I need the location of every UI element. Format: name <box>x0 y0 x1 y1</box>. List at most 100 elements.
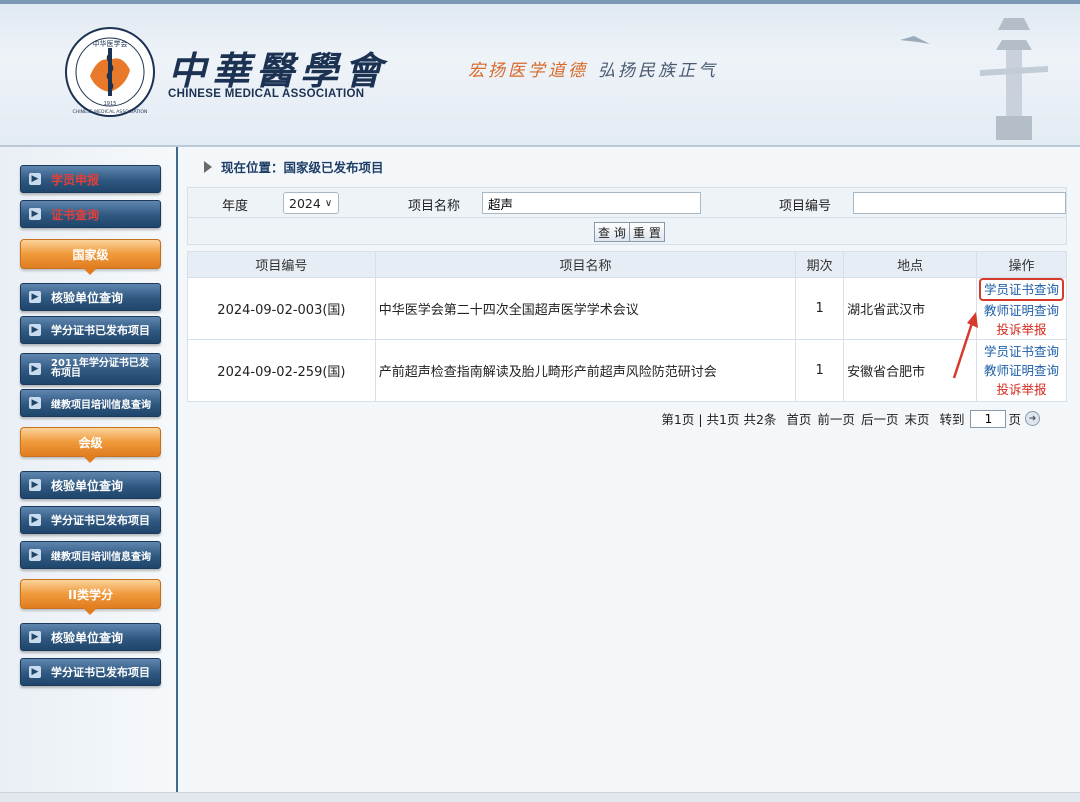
project-name-label: 项目名称 <box>408 199 461 214</box>
left-sidebar: ▶ 学员申报 ▶ 证书查询 国家级 ▶ 核验单位查询 ▶ 学分证书已发布项目 ▶ 2011… <box>0 147 178 792</box>
cell-project-name: 中华医学会第二十四次全国超声医学学术会议 <box>374 277 797 340</box>
bird-icon <box>900 36 930 44</box>
nav-label: 核验单位查询 <box>51 478 124 493</box>
nav-label: 继教项目培训信息查询 <box>51 551 151 563</box>
page-footer <box>0 792 1080 802</box>
student-certificate-link[interactable]: 学员证书查询 <box>977 278 1066 301</box>
nav-ii-verify-unit[interactable]: ▶ 核验单位查询 <box>20 623 161 651</box>
nav-label: 学分证书已发布项目 <box>51 514 150 527</box>
teacher-certificate-link[interactable]: 教师证明查询 <box>977 301 1066 320</box>
section-national-level[interactable]: 国家级 <box>20 239 161 275</box>
arrow-right-icon: ▶ <box>29 631 41 643</box>
arrow-right-icon: ▶ <box>29 324 41 336</box>
pager-goto-label: 转到 <box>939 412 965 427</box>
breadcrumb: 现在位置：国家级已发布项目 <box>204 157 384 176</box>
col-header-actions: 操作 <box>975 251 1068 278</box>
arrow-right-icon: ▶ <box>29 666 41 678</box>
logo-year: 1915 <box>104 101 117 107</box>
nav-student-apply[interactable]: ▶ 学员申报 <box>20 165 161 193</box>
nav-label: 核验单位查询 <box>51 630 124 645</box>
pager-first[interactable]: 首页 <box>786 409 811 428</box>
nav-national-published[interactable]: ▶ 学分证书已发布项目 <box>20 316 161 344</box>
results-table: 项目编号 项目名称 期次 地点 操作 2024-09-02-003(国) 中华医… <box>187 251 1068 402</box>
brand-chinese-name: 中華醫學會 <box>168 48 389 93</box>
project-name-input[interactable] <box>482 192 701 214</box>
slogan-part-2: 弘扬民族正气 <box>598 61 718 81</box>
cell-period: 1 <box>795 277 845 340</box>
col-header-name: 项目名称 <box>374 251 797 278</box>
year-select-value: 2024 <box>289 195 321 211</box>
table-row: 2024-09-02-003(国) 中华医学会第二十四次全国超声医学学术会议 1… <box>187 277 1068 340</box>
nav-label: 继教项目培训信息查询 <box>51 399 151 411</box>
table-header-row: 项目编号 项目名称 期次 地点 操作 <box>187 251 1068 278</box>
reset-button[interactable]: 重 置 <box>629 222 665 242</box>
section-class-ii-credit[interactable]: II类学分 <box>20 579 161 615</box>
nav-label: 学分证书已发布项目 <box>51 324 150 337</box>
site-header: 中华医学会 1915 CHINESE MEDICAL ASSOCIATION 中… <box>0 0 1080 147</box>
search-buttons-row: 查 询 重 置 <box>188 218 1066 246</box>
nav-assoc-published[interactable]: ▶ 学分证书已发布项目 <box>20 506 161 534</box>
col-header-period: 期次 <box>795 251 845 278</box>
pager-page-suffix: 页 <box>1008 412 1021 427</box>
search-fields-row: 年度 2024∨ 项目名称 项目编号 <box>188 188 1066 218</box>
table-row: 2024-09-02-259(国) 产前超声检查指南解读及胎儿畸形产前超声风险防… <box>187 339 1068 402</box>
cell-project-name: 产前超声检查指南解读及胎儿畸形产前超声风险防范研讨会 <box>374 339 797 402</box>
year-select[interactable]: 2024 ∨ <box>283 192 339 214</box>
project-code-input[interactable] <box>853 192 1066 214</box>
arrow-right-icon: ▶ <box>29 549 41 561</box>
pager-last[interactable]: 末页 <box>904 409 929 428</box>
nav-national-2011-published[interactable]: ▶ 2011年学分证书已发布项目 <box>20 353 161 385</box>
nav-assoc-verify-unit[interactable]: ▶ 核验单位查询 <box>20 471 161 499</box>
go-arrow-icon[interactable]: ➜ <box>1025 411 1040 426</box>
arrow-right-icon: ▶ <box>29 514 41 526</box>
nav-certificate-query[interactable]: ▶ 证书查询 <box>20 200 161 228</box>
complaint-link[interactable]: 投诉举报 <box>977 380 1066 399</box>
nav-label: 学分证书已发布项目 <box>51 666 150 679</box>
student-certificate-link[interactable]: 学员证书查询 <box>977 342 1066 361</box>
brand-english-name: CHINESE MEDICAL ASSOCIATION <box>168 88 365 100</box>
huabiao-pillar-decoration <box>900 18 1048 140</box>
pager-prev[interactable]: 前一页 <box>817 409 855 428</box>
col-header-location: 地点 <box>843 251 977 278</box>
breadcrumb-arrow-icon <box>204 160 212 173</box>
teacher-certificate-link[interactable]: 教师证明查询 <box>977 361 1066 380</box>
query-button[interactable]: 查 询 <box>594 222 630 242</box>
logo-inner-text: 中华医学会 <box>93 39 128 48</box>
cell-actions: 学员证书查询 教师证明查询 投诉举报 <box>975 339 1068 402</box>
cell-project-code: 2024-09-02-259(国) <box>187 339 376 402</box>
arrow-right-icon: ▶ <box>29 208 41 220</box>
col-header-code: 项目编号 <box>187 251 376 278</box>
pager-goto-input[interactable] <box>970 409 1007 428</box>
nav-label: 2011年学分证书已发布项目 <box>51 358 149 379</box>
breadcrumb-text: 现在位置：国家级已发布项目 <box>221 160 384 175</box>
nav-assoc-training-info[interactable]: ▶ 继教项目培训信息查询 <box>20 541 161 569</box>
nav-ii-published[interactable]: ▶ 学分证书已发布项目 <box>20 658 161 686</box>
header-slogan: 宏扬医学道德 弘扬民族正气 <box>468 56 718 81</box>
pager-summary: 第1页 | 共1页 共2条 <box>661 412 777 427</box>
arrow-right-icon: ▶ <box>29 173 41 185</box>
slogan-part-1: 宏扬医学道德 <box>468 61 588 81</box>
cell-project-code: 2024-09-02-003(国) <box>187 277 376 340</box>
year-label: 年度 <box>222 199 249 214</box>
cell-period: 1 <box>795 339 845 402</box>
arrow-right-icon: ▶ <box>29 397 41 409</box>
header-topline <box>0 0 1080 4</box>
pager-next[interactable]: 后一页 <box>861 409 899 428</box>
arrow-right-icon: ▶ <box>29 363 41 375</box>
logo-ring-text: CHINESE MEDICAL ASSOCIATION <box>73 109 148 115</box>
complaint-link[interactable]: 投诉举报 <box>977 320 1066 339</box>
project-code-label: 项目编号 <box>779 199 832 214</box>
nav-national-training-info[interactable]: ▶ 继教项目培训信息查询 <box>20 389 161 417</box>
highlight-box: 学员证书查询 <box>978 278 1064 301</box>
nav-national-verify-unit[interactable]: ▶ 核验单位查询 <box>20 283 161 311</box>
cell-actions: 学员证书查询 教师证明查询 投诉举报 <box>975 277 1068 340</box>
arrow-right-icon: ▶ <box>29 291 41 303</box>
nav-label: 证书查询 <box>51 207 100 222</box>
nav-label: 学员申报 <box>51 172 100 187</box>
pagination: 第1页 | 共1页 共2条 首页 前一页 后一页 末页 转到 页 ➜ <box>661 409 1040 428</box>
annotation-arrow-icon <box>952 312 978 379</box>
chevron-down-icon: ∨ <box>324 197 333 209</box>
cma-logo: 中华医学会 1915 CHINESE MEDICAL ASSOCIATION <box>64 26 156 118</box>
section-association-level[interactable]: 会级 <box>20 427 161 463</box>
arrow-right-icon: ▶ <box>29 479 41 491</box>
